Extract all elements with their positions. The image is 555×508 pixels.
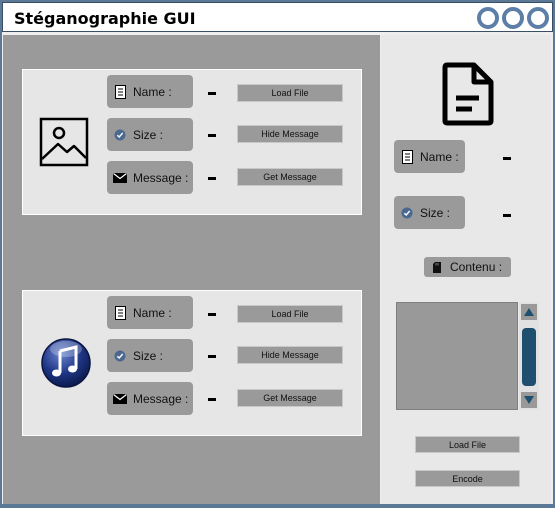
image-name-label: Name : — [107, 75, 193, 108]
check-badge-icon — [394, 207, 420, 219]
audio-name-value — [208, 313, 216, 316]
check-badge-icon — [107, 350, 133, 362]
arrow-down-icon — [524, 396, 534, 404]
image-size-value — [208, 134, 216, 137]
encode-button[interactable]: Encode — [415, 470, 520, 487]
audio-name-label: Name : — [107, 296, 193, 329]
envelope-icon — [107, 172, 133, 183]
content-label: Contenu : — [424, 257, 511, 277]
window-title: Stéganographie GUI — [14, 9, 196, 28]
text-load-file-button[interactable]: Load File — [415, 436, 520, 453]
audio-panel: Name : Load File Size : Hide Message Mes… — [22, 290, 362, 436]
file-icon — [394, 149, 420, 164]
content-scrollbar[interactable] — [519, 302, 539, 410]
image-get-message-button[interactable]: Get Message — [237, 168, 343, 186]
close-button[interactable] — [527, 7, 549, 29]
audio-message-value — [208, 398, 216, 401]
scroll-up-button[interactable] — [521, 304, 537, 320]
text-size-value — [503, 214, 511, 217]
audio-hide-message-button[interactable]: Hide Message — [237, 346, 343, 364]
file-icon — [107, 84, 133, 99]
image-hide-message-button[interactable]: Hide Message — [237, 125, 343, 143]
content-text-area[interactable] — [396, 302, 518, 410]
text-name-value — [503, 157, 511, 160]
check-badge-icon — [107, 129, 133, 141]
image-name-value — [208, 92, 216, 95]
image-load-file-button[interactable]: Load File — [237, 84, 343, 102]
image-size-label: Size : — [107, 118, 193, 151]
envelope-icon — [107, 393, 133, 404]
audio-message-label: Message : — [107, 382, 193, 415]
text-name-label: Name : — [394, 140, 465, 173]
music-note-icon — [41, 338, 91, 388]
audio-size-label: Size : — [107, 339, 193, 372]
maximize-button[interactable] — [502, 7, 524, 29]
minimize-button[interactable] — [477, 7, 499, 29]
scroll-down-button[interactable] — [521, 392, 537, 408]
sd-card-icon — [424, 261, 450, 273]
image-icon — [39, 117, 89, 167]
image-message-label: Message : — [107, 161, 193, 194]
title-bar: Stéganographie GUI — [2, 2, 553, 32]
audio-size-value — [208, 355, 216, 358]
text-size-label: Size : — [394, 196, 465, 229]
document-icon — [442, 62, 494, 126]
scroll-thumb[interactable] — [522, 328, 536, 386]
audio-load-file-button[interactable]: Load File — [237, 305, 343, 323]
image-message-value — [208, 177, 216, 180]
arrow-up-icon — [524, 308, 534, 316]
file-icon — [107, 305, 133, 320]
image-panel: Name : Load File Size : Hide Message Mes… — [22, 69, 362, 215]
audio-get-message-button[interactable]: Get Message — [237, 389, 343, 407]
